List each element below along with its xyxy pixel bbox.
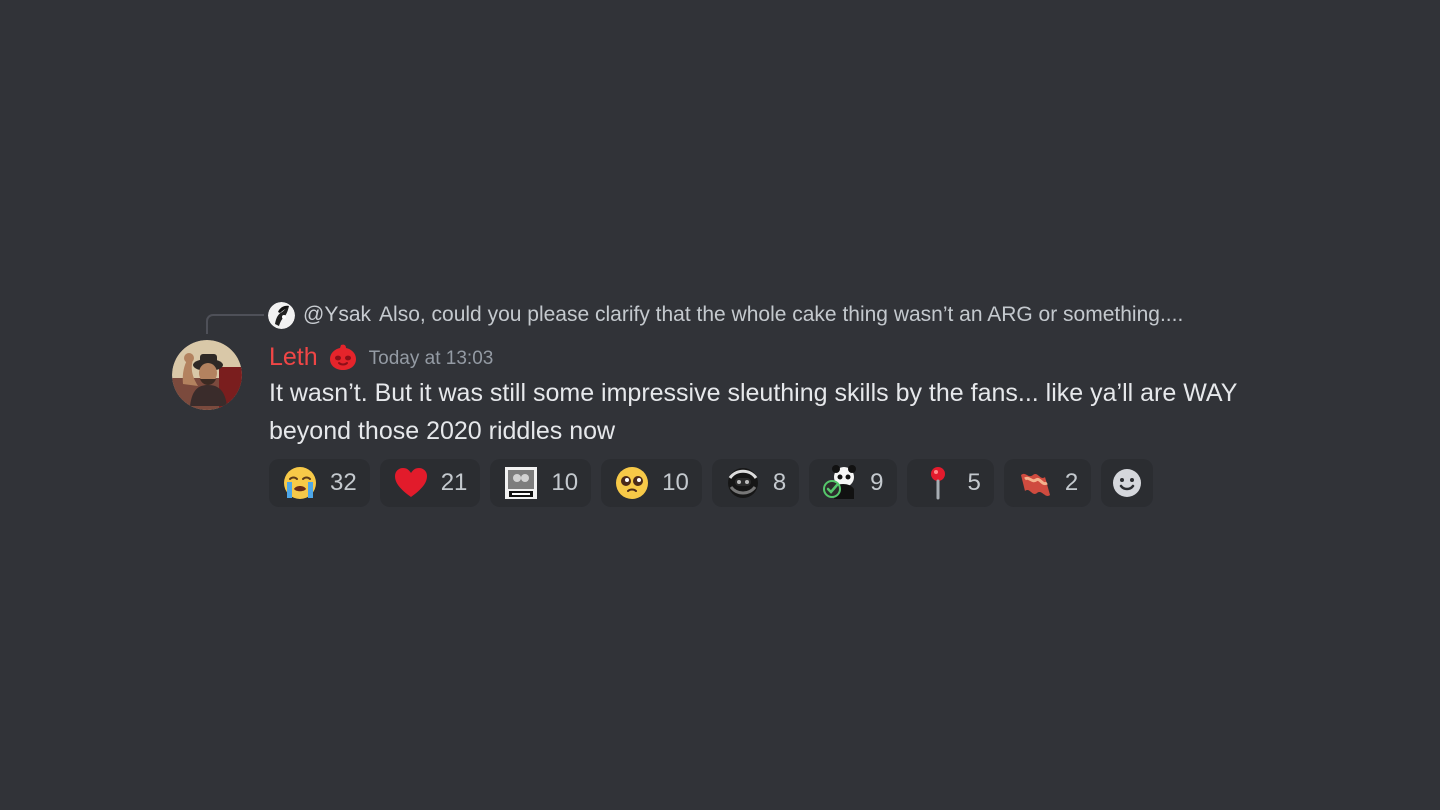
reaction-panda-check[interactable]: 9	[809, 459, 897, 507]
reaction-red-heart[interactable]: 21	[379, 459, 481, 507]
ysak-avatar-icon[interactable]	[268, 301, 295, 329]
reply-text-preview[interactable]: Also, could you please clarify that the …	[379, 303, 1183, 327]
pleading-face-icon	[616, 467, 649, 499]
red-heart-icon	[394, 468, 427, 497]
add-reaction-button[interactable]	[1101, 459, 1154, 507]
reaction-count: 10	[662, 469, 689, 496]
red-blob-role-icon[interactable]	[328, 342, 358, 372]
reaction-count: 10	[551, 469, 579, 496]
bacon-icon	[1020, 473, 1050, 496]
reply-connector-line	[206, 314, 264, 334]
reaction-count: 21	[440, 469, 468, 496]
replied-message-preview[interactable]: @Ysak Also, could you please clarify tha…	[268, 299, 1183, 331]
reaction-count: 32	[330, 469, 357, 496]
reaction-round-pushpin[interactable]: 5	[906, 459, 994, 507]
add-reaction-smiley-icon	[1113, 469, 1142, 497]
reaction-count: 5	[967, 469, 981, 496]
loudly-crying-face-icon	[284, 467, 316, 499]
masked-character-icon	[727, 468, 758, 498]
author-name[interactable]: Leth	[269, 343, 318, 372]
round-pushpin-icon	[930, 467, 945, 500]
reaction-true-meme[interactable]: 10	[490, 459, 592, 507]
message-header: Leth Today at 13:03	[269, 339, 493, 375]
reaction-pleading-face[interactable]: 10	[601, 459, 702, 507]
panda-check-icon	[823, 465, 857, 499]
message-content: It wasn’t. But it was still some impress…	[269, 379, 1237, 445]
reaction-count: 2	[1064, 469, 1079, 496]
true-meme-sticker-icon	[505, 467, 538, 499]
reaction-count: 8	[772, 469, 787, 496]
reaction-bacon[interactable]: 2	[1003, 459, 1092, 507]
reaction-masked-character[interactable]: 8	[711, 459, 800, 507]
message-timestamp[interactable]: Today at 13:03	[369, 348, 494, 370]
reaction-count: 9	[870, 469, 884, 496]
chat-message: @Ysak Also, could you please clarify tha…	[172, 296, 1292, 516]
reaction-loudly-crying[interactable]: 32	[269, 459, 370, 507]
reaction-bar: 32 21 10 10 8 9 5 2	[269, 459, 1154, 507]
reply-author-mention[interactable]: @Ysak	[303, 303, 371, 327]
leth-avatar[interactable]	[172, 340, 242, 410]
